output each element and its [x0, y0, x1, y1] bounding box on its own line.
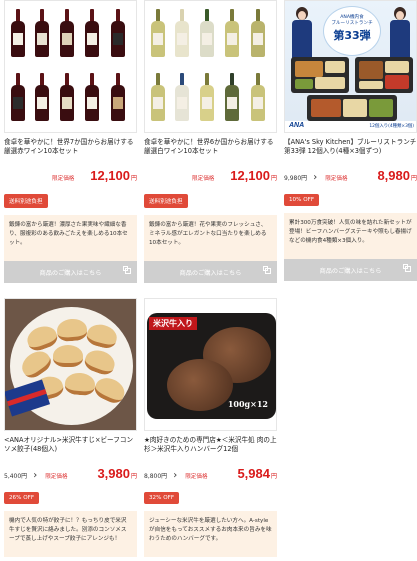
product-card-gyoza: <ANAオリジナル>米沢牛すじ×ビーフコンソメ餃子(48個入) 5,400円 ›…	[4, 298, 137, 557]
price-value: 12,100	[230, 168, 270, 183]
price-currency: 円	[410, 175, 417, 182]
chevron-right-icon: ›	[33, 470, 38, 481]
price-row: 限定価格 12,100 円	[144, 168, 277, 186]
price-value: 3,980	[97, 466, 130, 481]
original-price: 5,400円	[4, 473, 28, 480]
product-card-red-wine: 食卓を華やかに！世界7か国からお届けする厳選赤ワイン10本セット 限定価格 12…	[4, 0, 137, 283]
price-row: 限定価格 12,100 円	[4, 168, 137, 186]
product-card-hamburg: 米沢牛入り 100g×12 ★肉好きのための専門店★＜米沢牛処 肉の上杉＞米沢牛…	[144, 298, 277, 557]
image-caption: 12個入り(4種類×3個)	[369, 124, 414, 129]
red-wine-bottles-image	[5, 1, 136, 132]
product-title[interactable]: 食卓を華やかに！世界7か国からお届けする厳選赤ワイン10本セット	[4, 138, 137, 166]
crew-person-icon	[291, 7, 313, 59]
price-label: 限定価格	[325, 176, 348, 182]
product-description: 鍛錬の富から厳選！花や果実のフレッシュさ、ミネラル感がエレガントな口当たりを楽し…	[144, 215, 277, 261]
price-currency: 円	[270, 473, 277, 480]
product-title[interactable]: ★肉好きのための専門店★＜米沢牛処 肉の上杉＞米沢牛入りハンバーグ12個	[144, 436, 277, 464]
chevron-right-icon: ›	[173, 470, 178, 481]
product-title[interactable]: 食卓を華やかに！世界6か国からお届けする厳選白ワイン10本セット	[144, 138, 277, 166]
price-row: 8,800円 › 限定価格 5,984 円	[144, 466, 277, 484]
external-link-icon	[123, 266, 131, 274]
original-price: 8,800円	[144, 473, 168, 480]
original-price: 9,980円	[284, 175, 308, 182]
price-label: 限定価格	[52, 176, 75, 182]
shipping-badge: 送料別途負担	[144, 194, 188, 208]
product-image-ana-lunch[interactable]: ANA機内食 ブルーリストランチ 第33弾 ANA 12個入り(4種類×3個)	[284, 0, 417, 133]
hamburg-steak-image: 米沢牛入り 100g×12	[145, 299, 276, 430]
discount-badge: 32% OFF	[144, 492, 180, 504]
buy-button-label: 商品のご購入はこちら	[319, 267, 382, 275]
ana-logo-bar: ANA 12個入り(4種類×3個)	[285, 121, 416, 132]
campaign-bubble: ANA機内食 ブルーリストランチ 第33弾	[323, 6, 381, 56]
buy-button[interactable]: 商品のご購入はこちら	[284, 259, 417, 281]
product-description: ジューシーな米沢牛を厳選したい方へ。A-styleが自信をもっておススメするお肉…	[144, 511, 277, 557]
product-card-white-wine: 食卓を華やかに！世界6か国からお届けする厳選白ワイン10本セット 限定価格 12…	[144, 0, 277, 283]
price-value: 8,980	[377, 168, 410, 183]
price-currency: 円	[130, 473, 137, 480]
product-image-hamburg[interactable]: 米沢牛入り 100g×12	[144, 298, 277, 431]
product-image-red-wine[interactable]	[4, 0, 137, 133]
meal-tray	[307, 95, 397, 121]
product-title[interactable]: <ANAオリジナル>米沢牛すじ×ビーフコンソメ餃子(48個入)	[4, 436, 137, 464]
price-currency: 円	[270, 175, 277, 182]
price-label: 限定価格	[192, 176, 215, 182]
product-description: 機内で人気の特が餃子に！？もっちり皮で米沢牛すじを贅沢に絡みました。別添のコンソ…	[4, 511, 137, 557]
gyoza-plate-image	[5, 299, 136, 430]
discount-badge: 10% OFF	[284, 194, 320, 206]
price-value: 5,984	[237, 466, 270, 481]
in-flight-meal-image: ANA機内食 ブルーリストランチ 第33弾 ANA 12個入り(4種類×3個)	[285, 1, 416, 132]
product-description: 累計300万食突破！人気の味を詰れた新セットが登場！ビーフハンバーグステーキや照…	[284, 213, 417, 259]
chevron-right-icon: ›	[313, 172, 318, 183]
external-link-icon	[403, 264, 411, 272]
product-description: 鍛錬の富から厳選！濃厚さた果実味や繊細な香り、服複彩のある飲みごたえを楽しめる1…	[4, 215, 137, 261]
ana-logo: ANA	[289, 122, 305, 129]
product-image-gyoza[interactable]	[4, 298, 137, 431]
meal-tray	[355, 57, 413, 93]
price-value: 12,100	[90, 168, 130, 183]
product-card-ana-lunch: ANA機内食 ブルーリストランチ 第33弾 ANA 12個入り(4種類×3個) …	[284, 0, 417, 281]
crew-person-icon	[389, 7, 411, 59]
buy-button[interactable]: 商品のご購入はこちら	[4, 261, 137, 283]
buy-button[interactable]: 商品のご購入はこちら	[144, 261, 277, 283]
discount-badge: 26% OFF	[4, 492, 40, 504]
product-image-white-wine[interactable]	[144, 0, 277, 133]
meal-tray	[291, 57, 349, 93]
wagyu-ribbon: 米沢牛入り	[149, 317, 197, 330]
price-row: 9,980円 › 限定価格 8,980 円	[284, 168, 417, 186]
price-row: 5,400円 › 限定価格 3,980 円	[4, 466, 137, 484]
price-label: 限定価格	[45, 474, 68, 480]
bubble-line2: ブルーリストランチ	[331, 21, 373, 26]
external-link-icon	[263, 266, 271, 274]
shipping-badge: 送料別途負担	[4, 194, 48, 208]
buy-button-label: 商品のご購入はこちら	[39, 269, 102, 277]
price-label: 限定価格	[185, 474, 208, 480]
product-grid: 食卓を華やかに！世界7か国からお届けする厳選赤ワイン10本セット 限定価格 12…	[0, 0, 417, 561]
bubble-line3: 第33弾	[333, 29, 371, 42]
weight-label: 100g×12	[227, 399, 268, 409]
product-title[interactable]: 【ANA's Sky Kitchen】ブルーリストランチ第33弾 12個入り(4…	[284, 138, 417, 166]
price-currency: 円	[130, 175, 137, 182]
buy-button-label: 商品のご購入はこちら	[179, 269, 242, 277]
white-wine-bottles-image	[145, 1, 276, 132]
